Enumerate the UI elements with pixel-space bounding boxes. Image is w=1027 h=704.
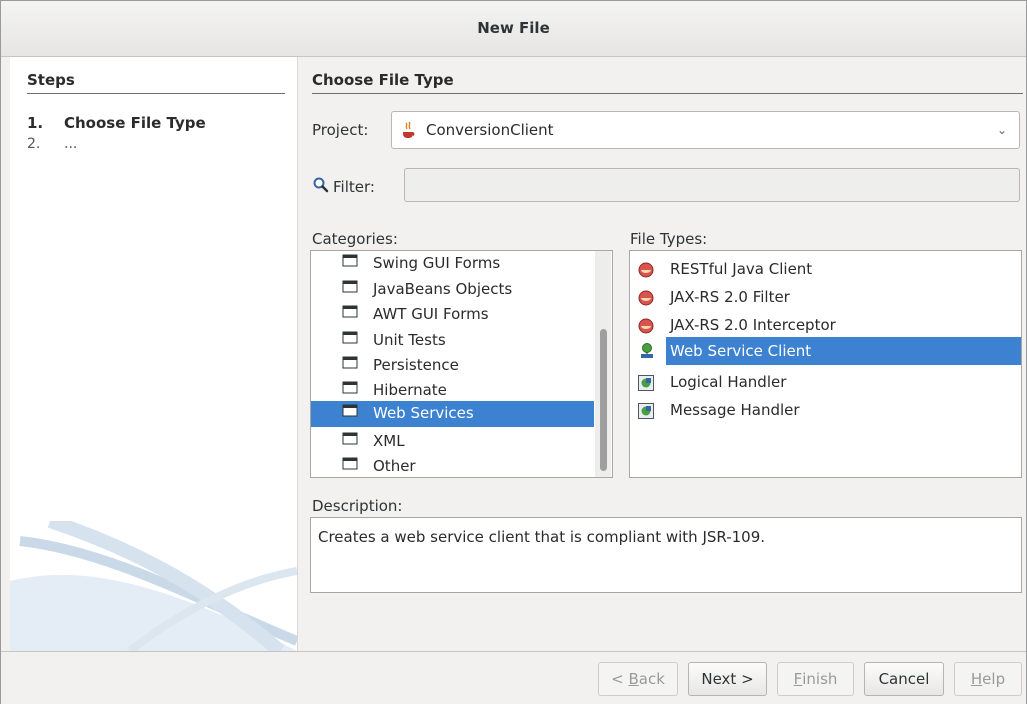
step-number: 2. — [27, 136, 41, 152]
step-item-2: 2.... — [27, 136, 77, 152]
cancel-button[interactable]: Cancel — [864, 662, 944, 696]
help-rest: elp — [982, 670, 1006, 688]
list-item[interactable]: JavaBeans Objects — [311, 277, 612, 303]
category-label: AWT GUI Forms — [373, 305, 489, 323]
file-types-label: File Types: — [630, 230, 708, 248]
title-bar[interactable]: New File — [1, 1, 1026, 57]
category-label: Web Services — [373, 404, 474, 422]
folder-icon — [342, 280, 358, 293]
next-button[interactable]: Next > — [688, 662, 767, 696]
folder-icon — [342, 381, 358, 394]
categories-label: Categories: — [312, 230, 398, 248]
jaxrs-interceptor-icon — [638, 318, 654, 334]
folder-icon — [342, 404, 358, 417]
list-item[interactable]: Other — [311, 454, 612, 477]
folder-icon — [342, 331, 358, 344]
help-mnemonic: H — [970, 670, 983, 688]
window-title: New File — [477, 19, 550, 37]
project-select[interactable]: ConversionClient ⌄ — [391, 111, 1020, 149]
category-label: Unit Tests — [373, 331, 446, 349]
category-label: Persistence — [373, 356, 459, 374]
back-button[interactable]: < Back — [598, 662, 678, 696]
back-rest: ack — [638, 670, 665, 688]
finish-mnemonic: F — [793, 670, 803, 688]
jaxrs-filter-icon — [638, 290, 654, 306]
wizard-decoration — [10, 521, 297, 651]
step-label: ... — [64, 136, 78, 152]
step-item-1: 1. Choose File Type — [27, 114, 206, 132]
panel-divider — [297, 57, 298, 651]
list-item[interactable]: Unit Tests — [311, 328, 612, 354]
new-file-dialog: New File Steps 1. Choose File Type 2.... … — [0, 0, 1027, 704]
button-bar: < Back Next > Finish Cancel Help — [1, 651, 1026, 704]
folder-icon — [342, 356, 358, 369]
back-prefix: < — [611, 670, 624, 688]
file-type-label: Message Handler — [670, 401, 800, 419]
description-text: Creates a web service client that is com… — [318, 528, 766, 546]
folder-icon — [342, 432, 358, 445]
list-item[interactable]: Logical Handler — [630, 370, 1021, 396]
folder-icon — [342, 254, 358, 267]
folder-icon — [342, 457, 358, 470]
file-type-label: JAX-RS 2.0 Filter — [670, 288, 790, 306]
chevron-down-icon[interactable]: ⌄ — [985, 112, 1019, 148]
filter-label: Filter: — [333, 178, 375, 196]
file-types-list[interactable]: RESTful Java Client JAX-RS 2.0 Filter JA… — [629, 250, 1022, 478]
main-header: Choose File Type — [312, 71, 1023, 94]
handler-icon — [638, 375, 654, 391]
finish-button[interactable]: Finish — [777, 662, 854, 696]
list-item[interactable]: JAX-RS 2.0 Interceptor — [630, 313, 1021, 339]
web-service-client-icon — [641, 343, 653, 358]
file-type-label: Web Service Client — [670, 342, 812, 360]
list-item-selected[interactable]: Web Service Client — [666, 337, 1021, 365]
project-value: ConversionClient — [426, 121, 554, 139]
project-label: Project: — [312, 121, 369, 139]
categories-list[interactable]: Swing GUI Forms JavaBeans Objects AWT GU… — [310, 250, 613, 478]
description-label: Description: — [312, 497, 403, 515]
search-icon — [313, 177, 329, 193]
list-item[interactable]: Persistence — [311, 353, 612, 379]
back-mnemonic: B — [628, 670, 639, 688]
folder-icon — [342, 305, 358, 318]
filter-input[interactable] — [404, 168, 1020, 202]
file-type-label: RESTful Java Client — [670, 260, 813, 278]
step-label: Choose File Type — [64, 114, 206, 132]
finish-rest: inish — [802, 670, 838, 688]
list-item[interactable]: AWT GUI Forms — [311, 302, 612, 328]
list-item[interactable]: JAX-RS 2.0 Filter — [630, 285, 1021, 311]
category-label: JavaBeans Objects — [373, 280, 513, 298]
file-type-label: Logical Handler — [670, 373, 787, 391]
java-project-icon — [403, 121, 415, 138]
list-item[interactable]: Message Handler — [630, 398, 1021, 424]
steps-panel: Steps 1. Choose File Type 2.... — [10, 57, 297, 651]
category-label: XML — [373, 432, 405, 450]
steps-header: Steps — [27, 71, 285, 94]
categories-scrollbar[interactable] — [595, 251, 611, 477]
step-number: 1. — [27, 114, 44, 132]
file-type-label: JAX-RS 2.0 Interceptor — [670, 316, 836, 334]
list-item-selected[interactable]: Web Services — [311, 401, 594, 427]
list-item[interactable]: Swing GUI Forms — [311, 251, 612, 277]
category-label: Swing GUI Forms — [373, 254, 501, 272]
handler-icon — [638, 403, 654, 419]
list-item[interactable]: XML — [311, 429, 612, 455]
scrollbar-thumb[interactable] — [600, 329, 607, 471]
list-item[interactable]: RESTful Java Client — [630, 257, 1021, 283]
category-label: Other — [373, 457, 416, 475]
category-label: Hibernate — [373, 381, 447, 399]
help-button[interactable]: Help — [954, 662, 1022, 696]
rest-client-icon — [638, 262, 654, 278]
description-box: Creates a web service client that is com… — [310, 517, 1022, 593]
